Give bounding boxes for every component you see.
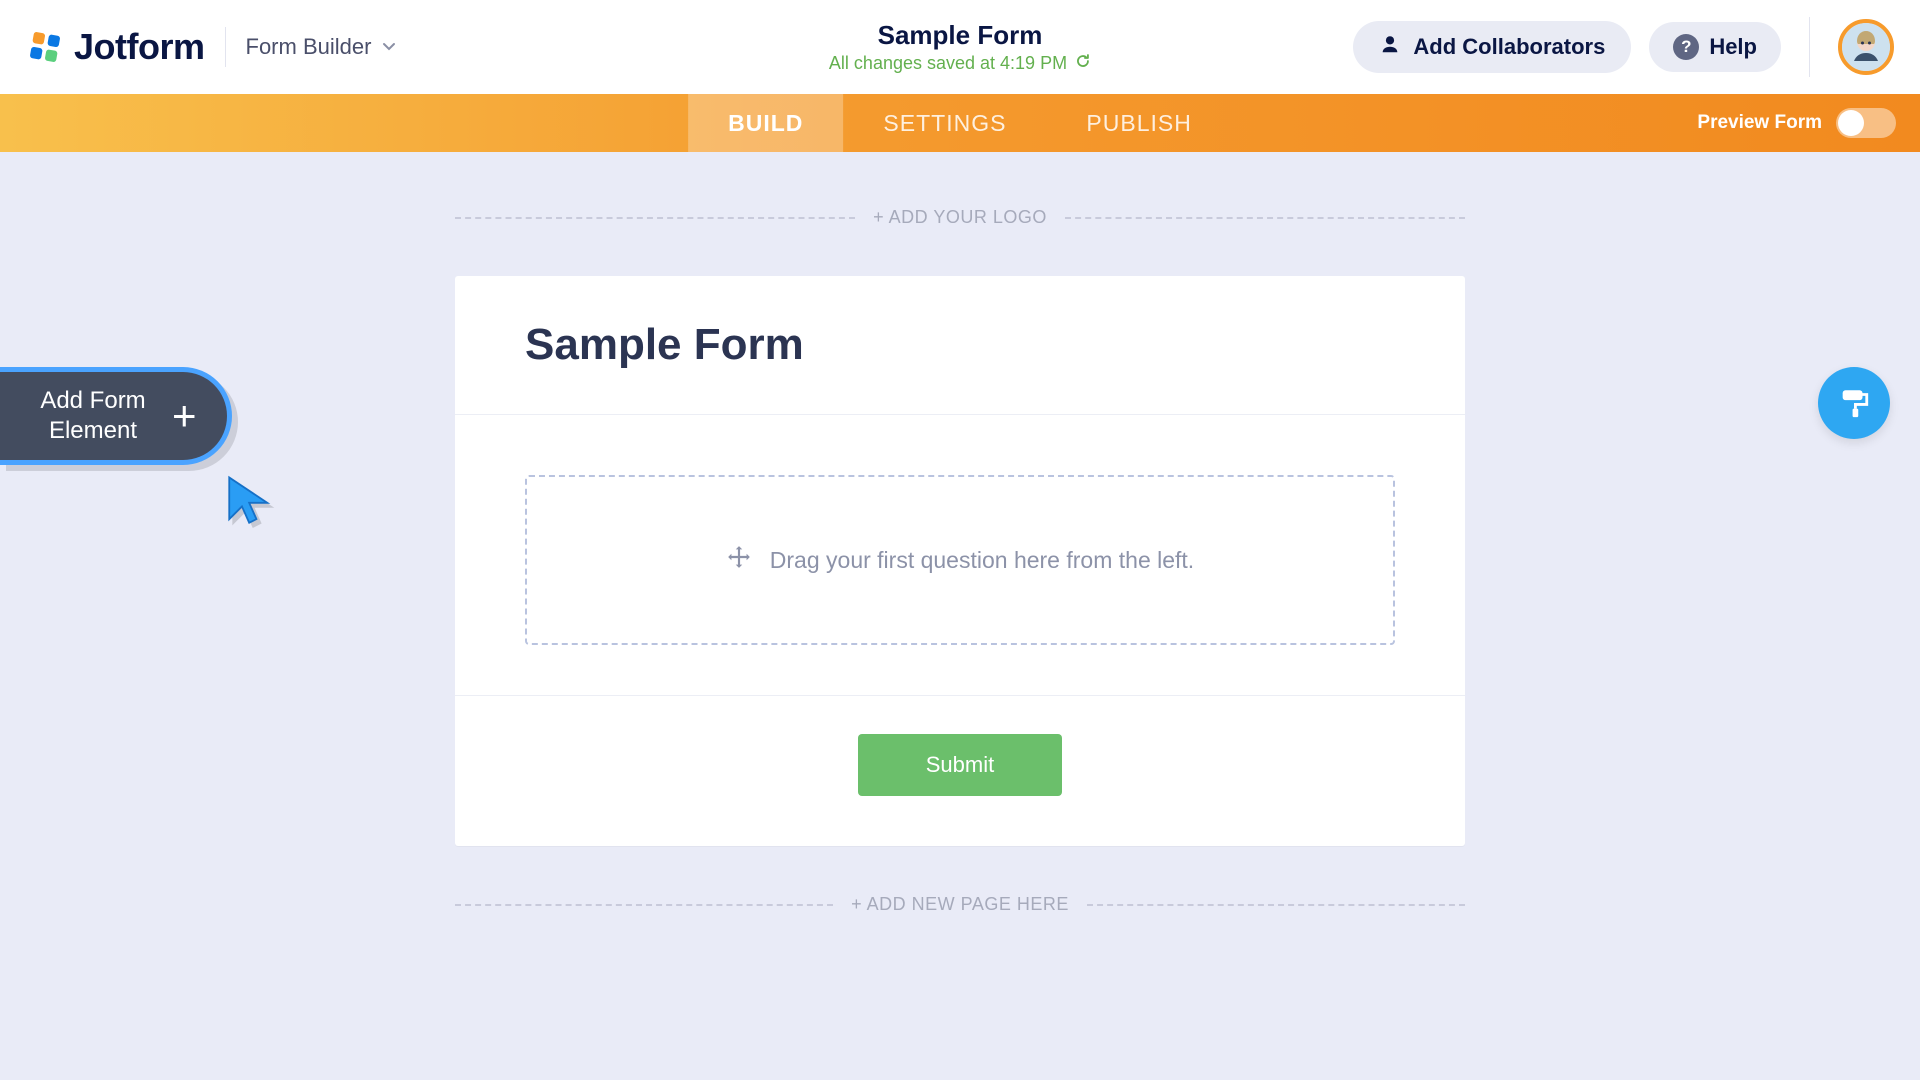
dropzone-text: Drag your first question here from the l… <box>770 547 1194 574</box>
preview-toggle[interactable] <box>1836 108 1896 138</box>
user-avatar[interactable] <box>1838 19 1894 75</box>
dashed-line <box>1065 217 1465 219</box>
dashed-line <box>455 904 833 906</box>
nav-tabs: BUILD SETTINGS PUBLISH <box>688 94 1232 152</box>
divider <box>1809 17 1810 77</box>
tab-settings[interactable]: SETTINGS <box>843 94 1046 152</box>
user-icon <box>1379 33 1401 61</box>
add-logo-label: + ADD YOUR LOGO <box>873 207 1047 228</box>
dashed-line <box>1087 904 1465 906</box>
question-dropzone[interactable]: Drag your first question here from the l… <box>525 475 1395 645</box>
help-label: Help <box>1709 34 1757 60</box>
form-card-body: Drag your first question here from the l… <box>455 415 1465 696</box>
save-status-text: All changes saved at 4:19 PM <box>829 53 1067 74</box>
cursor-icon <box>222 472 280 535</box>
preview-toggle-label: Preview Form <box>1697 112 1822 134</box>
form-card-header[interactable]: Sample Form <box>455 276 1465 415</box>
form-card: Sample Form Drag your first question her… <box>455 276 1465 846</box>
nav-bar: BUILD SETTINGS PUBLISH Preview Form <box>0 94 1920 152</box>
toggle-knob <box>1838 110 1864 136</box>
form-title-field[interactable]: Sample Form <box>525 320 1395 370</box>
add-logo-button[interactable]: + ADD YOUR LOGO <box>455 207 1465 228</box>
page-selector-label: Form Builder <box>246 34 372 60</box>
save-status: All changes saved at 4:19 PM <box>829 53 1091 74</box>
header-center: Sample Form All changes saved at 4:19 PM <box>829 20 1091 74</box>
dashed-line <box>455 217 855 219</box>
question-icon: ? <box>1673 34 1699 60</box>
add-page-button[interactable]: + ADD NEW PAGE HERE <box>455 894 1465 915</box>
header-right: Add Collaborators ? Help <box>1353 17 1894 77</box>
refresh-icon[interactable] <box>1075 53 1091 74</box>
logo-icon <box>26 28 64 66</box>
brand-name: Jotform <box>74 26 205 68</box>
top-header: Jotform Form Builder Sample Form All cha… <box>0 0 1920 94</box>
form-designer-button[interactable] <box>1818 367 1890 439</box>
add-collaborators-label: Add Collaborators <box>1413 34 1605 60</box>
divider <box>225 27 226 67</box>
canvas: Add Form Element + + ADD YOUR LOGO Sampl… <box>0 152 1920 915</box>
brand-logo[interactable]: Jotform <box>26 26 205 68</box>
add-collaborators-button[interactable]: Add Collaborators <box>1353 21 1631 73</box>
paint-roller-icon <box>1837 386 1871 420</box>
form-title[interactable]: Sample Form <box>829 20 1091 51</box>
help-button[interactable]: ? Help <box>1649 22 1781 72</box>
plus-icon: + <box>172 392 197 440</box>
preview-toggle-wrap: Preview Form <box>1697 94 1920 152</box>
page-selector[interactable]: Form Builder <box>246 34 398 60</box>
form-card-footer: Submit <box>455 696 1465 846</box>
add-form-element-label: Add Form Element <box>28 386 158 446</box>
add-form-element-label-line1: Add Form <box>40 387 145 414</box>
chevron-down-icon <box>381 34 397 60</box>
add-form-element-button[interactable]: Add Form Element + <box>0 367 232 465</box>
move-icon <box>726 544 752 576</box>
tab-build[interactable]: BUILD <box>688 94 843 152</box>
add-page-label: + ADD NEW PAGE HERE <box>851 894 1069 915</box>
add-form-element-label-line2: Element <box>49 417 137 444</box>
submit-button[interactable]: Submit <box>858 734 1062 796</box>
tab-publish[interactable]: PUBLISH <box>1046 94 1231 152</box>
